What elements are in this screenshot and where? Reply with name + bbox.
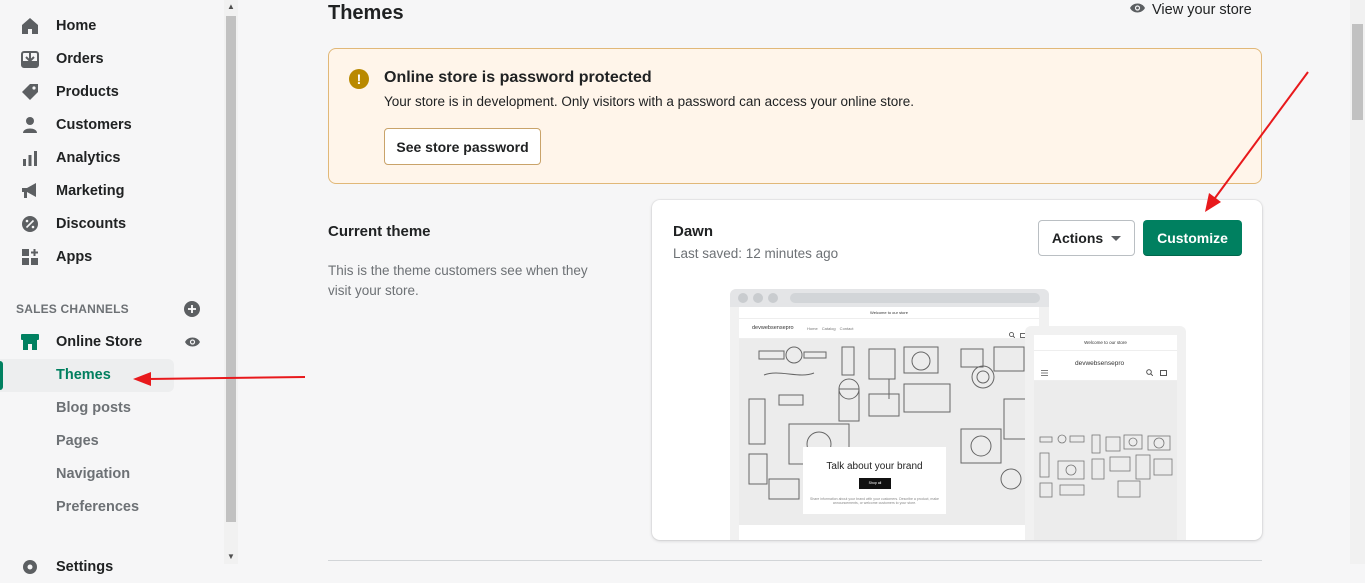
sidebar-item-home[interactable]: Home — [0, 9, 224, 42]
password-protected-banner: ! Online store is password protected You… — [328, 48, 1262, 184]
customize-button[interactable]: Customize — [1143, 220, 1242, 256]
banner-title: Online store is password protected — [384, 69, 652, 86]
sidebar-scrollbar[interactable]: ▲ ▼ — [224, 0, 238, 564]
caret-down-icon — [1111, 235, 1122, 241]
camera-gear-illustration — [1039, 434, 1173, 498]
gear-icon — [20, 557, 40, 577]
sidebar-item-settings[interactable]: Settings — [0, 550, 224, 583]
main-content: Themes View your store ! Online store is… — [238, 0, 1350, 564]
sidebar-item-apps[interactable]: Apps — [0, 240, 224, 273]
sidebar-item-discounts[interactable]: Discounts — [0, 207, 224, 240]
preview-hero-title: Talk about your brand — [826, 461, 923, 472]
see-store-password-button[interactable]: See store password — [384, 128, 541, 165]
preview-announcement: Welcome to our store — [1034, 335, 1177, 351]
sidebar-item-products[interactable]: Products — [0, 75, 224, 108]
desktop-preview: Welcome to our store devwebsensepro Home… — [730, 289, 1049, 540]
sidebar-item-label: Customers — [56, 116, 132, 133]
sidebar-item-marketing[interactable]: Marketing — [0, 174, 224, 207]
eye-icon[interactable] — [184, 335, 201, 353]
page-title: Themes — [328, 2, 404, 24]
scrollbar-thumb[interactable] — [1352, 24, 1363, 120]
sidebar-item-navigation[interactable]: Navigation — [0, 458, 174, 491]
sidebar-item-label: Home — [56, 17, 97, 34]
sidebar-item-label: Blog posts — [56, 400, 131, 416]
sidebar-item-orders[interactable]: Orders — [0, 42, 224, 75]
theme-name: Dawn — [673, 223, 714, 240]
preview-announcement: Welcome to our store — [739, 307, 1039, 319]
browser-bar — [730, 289, 1049, 307]
current-theme-card: Dawn Last saved: 12 minutes ago Actions … — [652, 200, 1262, 540]
orders-icon — [20, 49, 40, 69]
current-theme-description: This is the theme customers see when the… — [328, 263, 588, 298]
warning-icon: ! — [349, 69, 369, 89]
sidebar-item-label: Navigation — [56, 466, 131, 482]
sidebar-item-themes[interactable]: Themes — [0, 359, 174, 392]
sidebar-item-blog-posts[interactable]: Blog posts — [0, 392, 174, 425]
sidebar-item-preferences[interactable]: Preferences — [0, 491, 174, 524]
sidebar-item-label: Orders — [56, 50, 104, 67]
current-theme-heading: Current theme — [328, 223, 431, 240]
cart-icon — [1160, 363, 1167, 381]
actions-button[interactable]: Actions — [1038, 220, 1135, 256]
scroll-up-arrow-icon[interactable]: ▲ — [224, 0, 238, 14]
home-icon — [20, 16, 40, 36]
sidebar-item-analytics[interactable]: Analytics — [0, 141, 224, 174]
view-store-link[interactable]: View your store — [1129, 2, 1252, 18]
menu-icon — [1041, 363, 1048, 381]
scroll-down-arrow-icon[interactable]: ▼ — [224, 550, 238, 564]
eye-icon — [1129, 2, 1146, 18]
section-divider — [328, 560, 1262, 561]
sidebar-item-customers[interactable]: Customers — [0, 108, 224, 141]
desktop-preview-page: Welcome to our store devwebsensepro Home… — [739, 307, 1039, 540]
tag-icon — [20, 82, 40, 102]
sidebar-item-label: Preferences — [56, 499, 140, 515]
sidebar: Home Orders Products Customers Analytics… — [0, 0, 224, 575]
sidebar-item-pages[interactable]: Pages — [0, 425, 174, 458]
sidebar-item-label: Marketing — [56, 182, 125, 199]
scrollbar-thumb[interactable] — [226, 16, 236, 522]
sidebar-item-label: Products — [56, 83, 119, 100]
actions-label: Actions — [1051, 230, 1104, 246]
sidebar-item-label: Analytics — [56, 149, 121, 166]
discount-icon — [20, 214, 40, 234]
sidebar-item-label: Discounts — [56, 215, 127, 232]
preview-hero-image — [1034, 381, 1177, 540]
add-sales-channel-icon[interactable] — [184, 301, 200, 322]
preview-shop-button: Shop all — [859, 478, 891, 489]
search-icon — [1146, 363, 1154, 381]
preview-logo: devwebsensepro — [1075, 360, 1125, 367]
preview-header: devwebsensepro Home Catalog Contact — [739, 319, 1039, 339]
view-store-label: View your store — [1152, 2, 1252, 18]
person-icon — [20, 115, 40, 135]
preview-header: devwebsensepro — [1034, 351, 1177, 381]
store-icon — [20, 332, 40, 352]
preview-logo: devwebsensepro — [752, 325, 794, 331]
mobile-preview-page: Welcome to our store devwebsensepro — [1034, 335, 1177, 540]
preview-nav-links: Home Catalog Contact — [807, 326, 854, 331]
theme-last-saved: Last saved: 12 minutes ago — [673, 246, 839, 261]
apps-icon — [20, 247, 40, 267]
bar-chart-icon — [20, 148, 40, 168]
sidebar-item-label: Apps — [56, 248, 93, 265]
sidebar-item-label: Pages — [56, 433, 99, 449]
page-scrollbar[interactable] — [1350, 0, 1365, 564]
preview-hero-subtext: Share information about your brand with … — [810, 497, 939, 505]
mobile-preview: Welcome to our store devwebsensepro — [1025, 326, 1186, 540]
sidebar-item-label: Themes — [56, 367, 111, 383]
banner-text: Your store is in development. Only visit… — [384, 94, 915, 109]
sidebar-item-label: Settings — [56, 558, 114, 575]
sidebar-item-label: Online Store — [56, 333, 143, 350]
sales-channels-heading: SALES CHANNELS — [16, 302, 129, 316]
preview-hero-box: Talk about your brand Shop all Share inf… — [803, 447, 946, 514]
megaphone-icon — [20, 181, 40, 201]
preview-hero-image: Talk about your brand Shop all Share inf… — [739, 339, 1039, 525]
